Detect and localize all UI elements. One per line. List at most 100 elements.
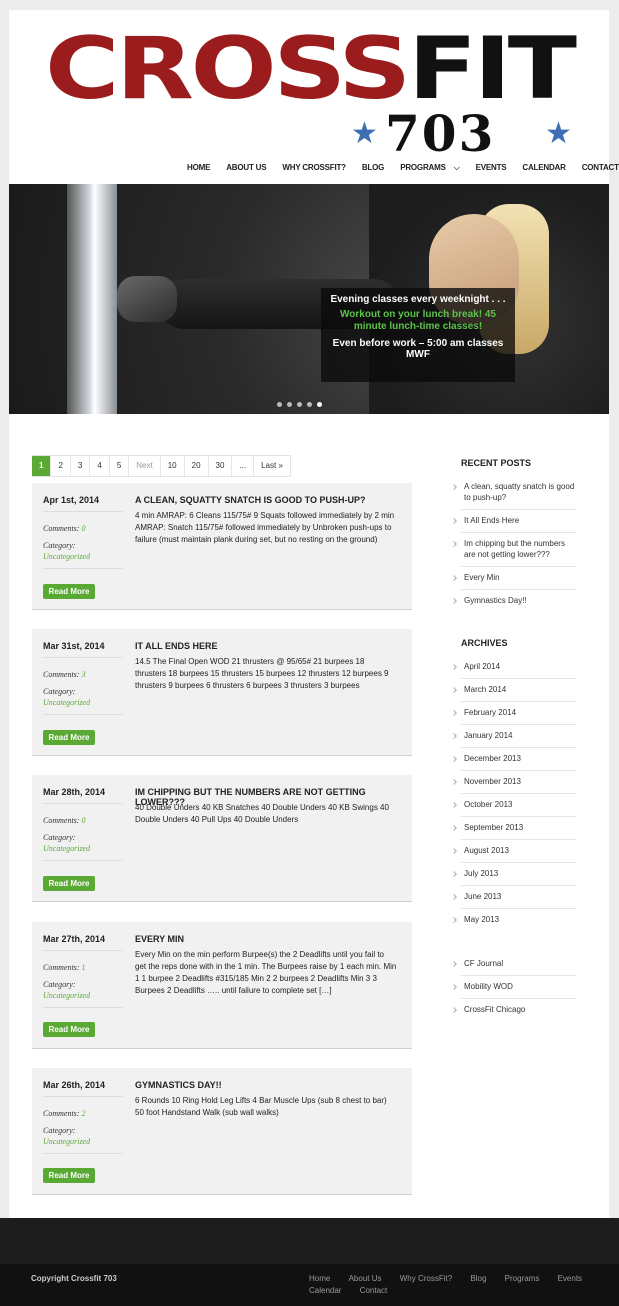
blogroll-link[interactable]: CF Journal xyxy=(461,953,576,976)
archive-link[interactable]: May 2013 xyxy=(461,909,576,931)
logo-number: 703 xyxy=(385,104,496,163)
comments-count[interactable]: 1 xyxy=(81,963,85,972)
read-more-button[interactable]: Read More xyxy=(43,730,95,745)
footer-link-why-crossfit[interactable]: Why CrossFit? xyxy=(400,1274,452,1283)
post-card: Mar 31st, 2014 Comments: 3 Category: Unc… xyxy=(32,629,412,756)
comments-label: Comments: xyxy=(43,1109,80,1118)
blogroll-link[interactable]: Mobility WOD xyxy=(461,976,576,999)
archive-link[interactable]: December 2013 xyxy=(461,748,576,771)
page-link[interactable]: 2 xyxy=(51,456,71,476)
category-link[interactable]: Uncategorized xyxy=(43,1137,90,1146)
footer-link-blog[interactable]: Blog xyxy=(470,1274,486,1283)
category-link[interactable]: Uncategorized xyxy=(43,698,90,707)
footer-band xyxy=(0,1218,619,1264)
site-logo[interactable]: CROSSFIT ★ 703 ★ xyxy=(45,26,579,163)
slider-dot[interactable] xyxy=(287,402,292,407)
read-more-button[interactable]: Read More xyxy=(43,1022,95,1037)
category-link[interactable]: Uncategorized xyxy=(43,552,90,561)
nav-item-about-us[interactable]: ABOUT US xyxy=(218,160,274,176)
recent-post-link[interactable]: A clean, squatty snatch is good to push-… xyxy=(461,476,576,510)
nav-item-contact[interactable]: CONTACT xyxy=(574,160,619,176)
archive-link[interactable]: July 2013 xyxy=(461,863,576,886)
slider-dot[interactable] xyxy=(277,402,282,407)
archive-link[interactable]: October 2013 xyxy=(461,794,576,817)
divider xyxy=(43,1007,123,1008)
comments-count[interactable]: 0 xyxy=(81,524,85,533)
hero-slider[interactable]: Evening classes every weeknight . . . Wo… xyxy=(9,184,609,414)
archive-link[interactable]: November 2013 xyxy=(461,771,576,794)
read-more-button[interactable]: Read More xyxy=(43,876,95,891)
slider-dot[interactable] xyxy=(297,402,302,407)
comments-label: Comments: xyxy=(43,524,80,533)
category-link[interactable]: Uncategorized xyxy=(43,844,90,853)
page-link[interactable]: 20 xyxy=(184,456,209,476)
footer-link-programs[interactable]: Programs xyxy=(505,1274,540,1283)
archive-link[interactable]: April 2014 xyxy=(461,656,576,679)
footer-nav: Home About Us Why CrossFit? Blog Program… xyxy=(301,1273,591,1297)
recent-post-link[interactable]: It All Ends Here xyxy=(461,510,576,533)
nav-item-why-crossfit[interactable]: WHY CROSSFIT? xyxy=(274,160,353,176)
category-link[interactable]: Uncategorized xyxy=(43,991,90,1000)
blogroll-list: CF Journal Mobility WOD CrossFit Chicago xyxy=(461,953,576,1021)
page-link-last[interactable]: Last » xyxy=(254,456,291,476)
logo-wordmark: CROSSFIT xyxy=(45,26,577,112)
post-title[interactable]: GYMNASTICS DAY!! xyxy=(135,1080,405,1090)
archive-link[interactable]: June 2013 xyxy=(461,886,576,909)
blogroll-link[interactable]: CrossFit Chicago xyxy=(461,999,576,1021)
footer-link-about-us[interactable]: About Us xyxy=(349,1274,382,1283)
recent-post-link[interactable]: Every Min xyxy=(461,567,576,590)
comments-count[interactable]: 0 xyxy=(81,816,85,825)
page-container: CROSSFIT ★ 703 ★ HOME ABOUT US WHY CROSS… xyxy=(9,10,619,1218)
read-more-button[interactable]: Read More xyxy=(43,584,95,599)
page-link[interactable]: 4 xyxy=(90,456,110,476)
post-title[interactable]: IT ALL ENDS HERE xyxy=(135,641,405,651)
nav-item-programs[interactable]: PROGRAMS ⌵ xyxy=(392,160,467,176)
page-link[interactable]: 10 xyxy=(160,456,185,476)
footer: Copyright Crossfit 703 Home About Us Why… xyxy=(0,1264,619,1306)
nav-item-blog[interactable]: BLOG xyxy=(354,160,392,176)
post-card: Mar 27th, 2014 Comments: 1 Category: Unc… xyxy=(32,922,412,1049)
post-card: Apr 1st, 2014 Comments: 0 Category: Unca… xyxy=(32,483,412,610)
post-title[interactable]: EVERY MIN xyxy=(135,934,405,944)
footer-link-home[interactable]: Home xyxy=(309,1274,330,1283)
recent-post-link[interactable]: Gymnastics Day!! xyxy=(461,590,576,612)
post-card: Mar 26th, 2014 Comments: 2 Category: Unc… xyxy=(32,1068,412,1195)
page-link-next[interactable]: Next xyxy=(129,456,161,476)
divider xyxy=(43,511,123,512)
nav-item-calendar[interactable]: CALENDAR xyxy=(514,160,573,176)
archives-heading: ARCHIVES xyxy=(461,638,508,648)
star-icon: ★ xyxy=(351,117,378,150)
nav-item-home[interactable]: HOME xyxy=(179,160,218,176)
archive-link[interactable]: August 2013 xyxy=(461,840,576,863)
archive-link[interactable]: February 2014 xyxy=(461,702,576,725)
comments-label: Comments: xyxy=(43,816,80,825)
slider-dot-active[interactable] xyxy=(317,402,322,407)
page-link-current[interactable]: 1 xyxy=(32,456,52,476)
page-ellipsis: ... xyxy=(232,456,255,476)
page-link[interactable]: 3 xyxy=(70,456,91,476)
archive-link[interactable]: January 2014 xyxy=(461,725,576,748)
comments-count[interactable]: 2 xyxy=(81,1109,85,1118)
post-meta: Comments: 3 Category: Uncategorized xyxy=(43,669,127,708)
nav-item-events[interactable]: EVENTS xyxy=(468,160,515,176)
archive-link[interactable]: September 2013 xyxy=(461,817,576,840)
page-link[interactable]: 5 xyxy=(109,456,130,476)
slider-dot[interactable] xyxy=(307,402,312,407)
footer-link-events[interactable]: Events xyxy=(558,1274,582,1283)
read-more-button[interactable]: Read More xyxy=(43,1168,95,1183)
divider xyxy=(43,568,123,569)
page-link[interactable]: 30 xyxy=(208,456,233,476)
post-date: Mar 26th, 2014 xyxy=(43,1080,106,1090)
footer-link-contact[interactable]: Contact xyxy=(360,1286,388,1295)
main-nav: HOME ABOUT US WHY CROSSFIT? BLOG PROGRAM… xyxy=(179,160,619,176)
category-label: Category: xyxy=(43,980,76,989)
recent-post-link[interactable]: Im chipping but the numbers are not gett… xyxy=(461,533,576,567)
chevron-down-icon: ⌵ xyxy=(453,163,460,172)
post-title[interactable]: A CLEAN, SQUATTY SNATCH IS GOOD TO PUSH-… xyxy=(135,495,405,505)
archive-link[interactable]: March 2014 xyxy=(461,679,576,702)
post-date: Mar 28th, 2014 xyxy=(43,787,106,797)
slider-caption: Evening classes every weeknight . . . Wo… xyxy=(321,288,515,382)
comments-count[interactable]: 3 xyxy=(81,670,85,679)
divider xyxy=(43,1096,123,1097)
footer-link-calendar[interactable]: Calendar xyxy=(309,1286,341,1295)
